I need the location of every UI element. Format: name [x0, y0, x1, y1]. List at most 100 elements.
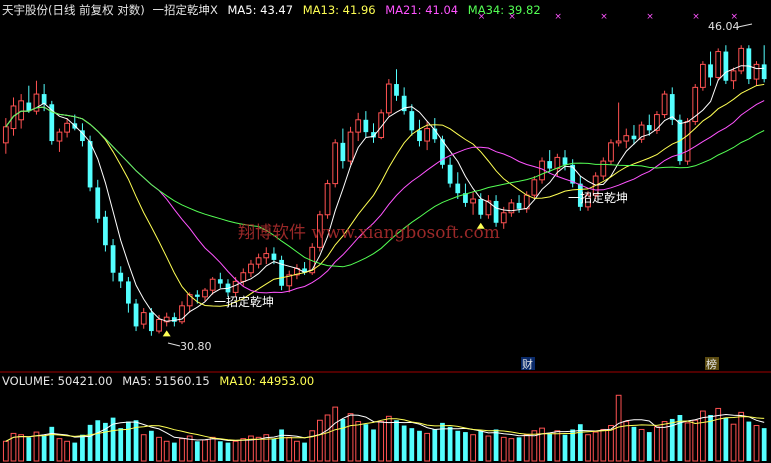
candle-body-down: [478, 199, 484, 215]
candle-body-down: [271, 253, 277, 260]
candle-body-down: [746, 48, 752, 80]
volume-bar-up: [600, 428, 607, 462]
volume-bar-up: [347, 413, 354, 462]
volume-bar-up: [508, 438, 515, 462]
candle-body-up: [324, 183, 331, 216]
candle-body-down: [417, 130, 422, 142]
volume-bar-down: [271, 438, 277, 461]
volume-bar-up: [608, 425, 614, 462]
volume-bar-up: [163, 440, 170, 462]
volume-bar-down: [171, 442, 177, 461]
candle-body-up: [202, 289, 208, 298]
candle-body-down: [110, 245, 116, 273]
candle-body-up: [654, 114, 660, 131]
candle-body-down: [761, 64, 767, 80]
candle-body-up: [715, 51, 722, 78]
candle-body-up: [255, 257, 262, 265]
volume-bar-down: [646, 432, 652, 461]
candle-body-down: [363, 119, 369, 133]
watermark-text: 翔博软件 www.xiangbosoft.com: [238, 223, 500, 243]
candle-body-up: [470, 198, 476, 204]
candle-body-up: [615, 140, 622, 144]
volume-bar-up: [240, 438, 247, 462]
volume-bar-up: [692, 419, 699, 462]
candle-body-down: [103, 216, 108, 246]
candle-body-down: [95, 187, 101, 219]
volume-bar-up: [715, 407, 722, 462]
volume-bar-down: [570, 429, 576, 461]
candle-body-up: [56, 131, 63, 142]
ma34-label: MA34: 39.82: [468, 3, 541, 17]
candle-body-down: [493, 200, 499, 223]
volume-bar-down: [340, 418, 346, 461]
volume-bar-down: [493, 429, 499, 461]
candle-body-up: [2, 126, 9, 144]
volume-bar-up: [309, 430, 316, 462]
volume-bar-down: [409, 428, 415, 461]
volume-bar-up: [424, 432, 431, 462]
volume-bar-up: [523, 434, 530, 462]
candle-body-down: [708, 64, 713, 78]
candle-body-down: [394, 84, 399, 96]
volume-bar-down: [631, 426, 637, 461]
candle-body-down: [126, 281, 131, 304]
candle-body-up: [156, 318, 162, 332]
volume-bar-up: [539, 427, 545, 462]
candle-body-down: [646, 125, 652, 131]
candle-body-up: [700, 63, 706, 88]
ma-line-ma5: [5, 65, 765, 322]
volume-bar-down: [302, 442, 307, 461]
volume-bar-down: [547, 433, 553, 461]
signal-arrow: [162, 330, 171, 337]
cross-marker: ×: [692, 12, 700, 22]
volume-bar-down: [394, 420, 399, 461]
volume-header: VOLUME: 50421.00 MA5: 51560.15 MA10: 449…: [2, 374, 314, 388]
candle-body-up: [64, 122, 70, 133]
volume-bar-up: [585, 434, 591, 462]
candle-body-down: [118, 272, 124, 282]
volume-bar-down: [80, 434, 85, 461]
volume-bar-up: [286, 436, 293, 462]
candle-body-down: [547, 161, 553, 169]
stock-chart: × × × × × × × 翔博软件 www.xiangbosoft.com 天宇股份(日线…: [0, 3, 771, 462]
cross-marker: ×: [646, 12, 654, 22]
low-price-arrow: [167, 342, 181, 347]
volume-bar-up: [485, 435, 492, 462]
volume-bar-up: [209, 436, 216, 462]
volume-bar-down: [133, 420, 139, 461]
volume-pane: [2, 394, 767, 462]
candle-body-up: [355, 119, 362, 133]
volume-bar-up: [753, 425, 760, 462]
candle-body-down: [148, 312, 154, 332]
volume-bar-up: [654, 426, 660, 462]
volume-bar-up: [202, 439, 208, 462]
volume-bar-down: [118, 428, 124, 461]
candle-body-up: [623, 135, 630, 142]
event-cai-label[interactable]: 财: [522, 357, 533, 371]
candle-body-up: [753, 63, 760, 80]
candle-body-up: [240, 272, 247, 282]
candle-body-up: [232, 280, 239, 293]
volume-bar-up: [156, 436, 162, 462]
cross-marker: ×: [600, 12, 608, 22]
candle-body-up: [10, 105, 17, 130]
volume-bar-down: [761, 428, 767, 461]
volume-bar-down: [279, 429, 284, 461]
volume-bar-up: [638, 428, 645, 462]
candle-body-up: [332, 142, 339, 185]
candle-body-down: [217, 279, 223, 284]
volume-bar-down: [562, 434, 568, 461]
volume-bar-down: [746, 421, 752, 461]
ma5-label: MA5: 43.47: [228, 3, 294, 17]
candle-body-up: [140, 312, 147, 325]
high-price-arrow: [737, 23, 753, 28]
event-bang-label[interactable]: 榜: [706, 357, 717, 371]
volume-bar-up: [179, 438, 185, 462]
volume-bar-down: [577, 424, 583, 461]
volume-bar-up: [232, 440, 239, 462]
candle-body-up: [347, 131, 354, 162]
candle-body-up: [600, 160, 607, 177]
volume-bar-down: [401, 425, 407, 461]
volume-ma10-label: MA10: 44953.00: [219, 374, 314, 388]
candle-body-up: [738, 47, 745, 72]
